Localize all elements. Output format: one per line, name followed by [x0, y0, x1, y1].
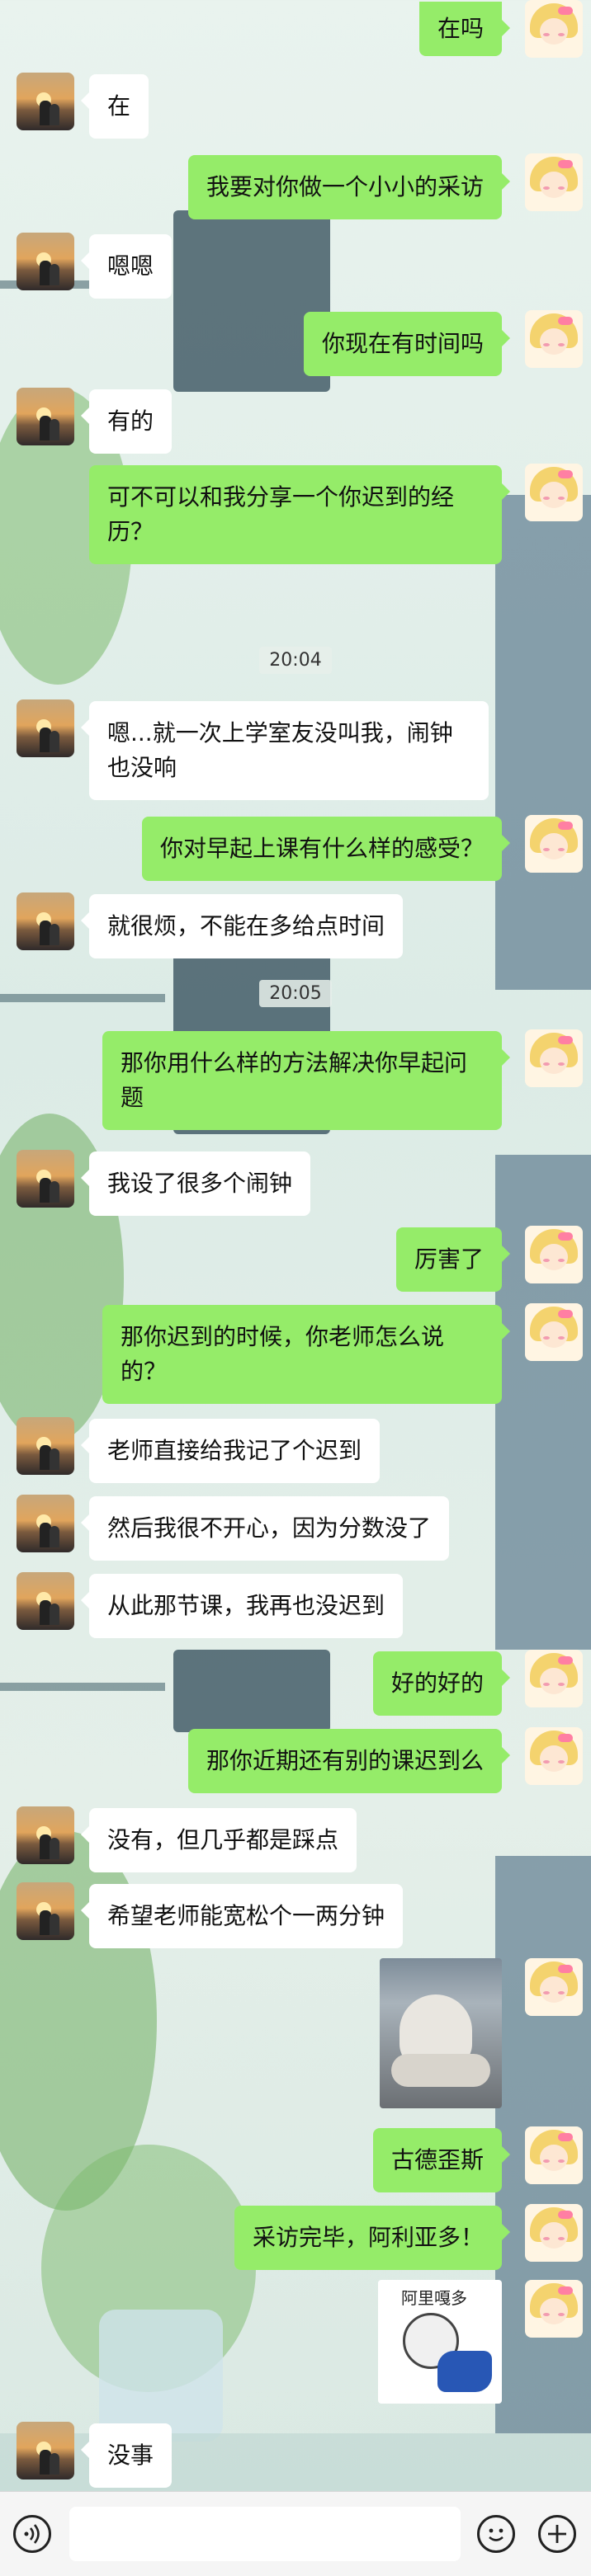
message-bubble-sent[interactable]: 采访完毕，阿利亚多！ — [234, 2206, 511, 2270]
emoji-icon[interactable] — [477, 2515, 515, 2553]
message-bubble-received[interactable]: 嗯...就一次上学室友没叫我，闹钟也没响 — [81, 701, 489, 800]
contact-avatar[interactable] — [17, 699, 74, 757]
message-bubble-received[interactable]: 就很烦，不能在多给点时间 — [80, 894, 404, 958]
self-avatar[interactable] — [525, 2204, 583, 2262]
contact-avatar[interactable] — [17, 1572, 74, 1630]
message-bubble-sent[interactable]: 你对早起上课有什么样的感受？ — [141, 817, 511, 881]
self-avatar[interactable] — [525, 2280, 583, 2338]
message-bubble-received[interactable]: 在 — [80, 74, 149, 139]
self-avatar[interactable] — [525, 815, 583, 873]
message-bubble-received[interactable]: 有的 — [80, 389, 173, 454]
message-bubble-sent[interactable]: 我要对你做一个小小的采访 — [187, 155, 511, 219]
message-input-bar — [0, 2491, 591, 2576]
contact-avatar[interactable] — [17, 233, 74, 290]
message-bubble-sent[interactable]: 那你近期还有别的课迟到么 — [187, 1729, 511, 1793]
contact-avatar[interactable] — [17, 892, 74, 950]
message-bubble-sent[interactable]: 你现在有时间吗 — [303, 312, 511, 376]
message-bubble-received[interactable]: 嗯嗯 — [80, 234, 173, 299]
self-avatar[interactable] — [525, 1650, 583, 1707]
self-avatar[interactable] — [525, 310, 583, 368]
message-bubble-received[interactable]: 老师直接给我记了个迟到 — [80, 1419, 381, 1483]
message-bubble-sent[interactable]: 好的好的 — [372, 1651, 511, 1716]
self-avatar[interactable] — [525, 1226, 583, 1283]
message-bubble-received[interactable]: 我设了很多个闹钟 — [80, 1151, 311, 1216]
self-avatar[interactable] — [525, 2126, 583, 2184]
message-bubble-sent[interactable]: 那你用什么样的方法解决你早起问题 — [102, 1031, 510, 1130]
voice-icon-glyph — [24, 2524, 40, 2544]
self-avatar[interactable] — [525, 1029, 583, 1087]
contact-avatar[interactable] — [17, 1882, 74, 1940]
contact-avatar[interactable] — [17, 2422, 74, 2479]
message-bubble-received[interactable]: 没有，但几乎都是踩点 — [80, 1808, 357, 1872]
self-avatar[interactable] — [525, 0, 583, 58]
timestamp: 20:04 — [0, 647, 591, 674]
self-avatar[interactable] — [525, 1727, 583, 1785]
contact-avatar[interactable] — [17, 1806, 74, 1864]
message-bubble-sent[interactable]: 在吗 — [418, 2, 511, 56]
message-bubble-received[interactable]: 希望老师能宽松个一两分钟 — [80, 1884, 404, 1948]
self-avatar[interactable] — [525, 153, 583, 211]
image-message[interactable] — [380, 1958, 502, 2108]
sticker-caption: 阿里嘎多 — [401, 2288, 467, 2308]
message-text-input[interactable] — [69, 2507, 461, 2561]
message-bubble-received[interactable]: 从此那节课，我再也没迟到 — [80, 1574, 404, 1638]
contact-avatar[interactable] — [17, 1495, 74, 1552]
message-bubble-sent[interactable]: 厉害了 — [395, 1227, 511, 1292]
self-avatar[interactable] — [525, 1958, 583, 2016]
contact-avatar[interactable] — [17, 1150, 74, 1208]
contact-avatar[interactable] — [17, 388, 74, 445]
contact-avatar[interactable] — [17, 1417, 74, 1475]
plus-icon[interactable] — [538, 2515, 576, 2553]
timestamp: 20:05 — [0, 980, 591, 1007]
voice-icon[interactable] — [13, 2515, 51, 2553]
message-bubble-sent[interactable]: 可不可以和我分享一个你迟到的经历？ — [89, 465, 510, 564]
sticker-message[interactable]: 阿里嘎多 — [378, 2280, 502, 2404]
message-bubble-received[interactable]: 然后我很不开心，因为分数没了 — [80, 1496, 450, 1561]
plus-icon-glyph — [548, 2525, 566, 2543]
self-avatar[interactable] — [525, 464, 583, 521]
message-bubble-sent[interactable]: 那你迟到的时候，你老师怎么说的？ — [102, 1305, 510, 1404]
message-bubble-sent[interactable]: 古德歪斯 — [372, 2128, 511, 2192]
emoji-icon-glyph — [489, 2528, 504, 2541]
self-avatar[interactable] — [525, 1303, 583, 1361]
message-bubble-received[interactable]: 没事 — [80, 2423, 173, 2488]
contact-avatar[interactable] — [17, 73, 74, 130]
chat-message-list[interactable]: 在吗 在 我要对你做一个小小的采访 嗯嗯 你现在有时间吗 有的 可不可以和我分享… — [0, 0, 591, 2491]
